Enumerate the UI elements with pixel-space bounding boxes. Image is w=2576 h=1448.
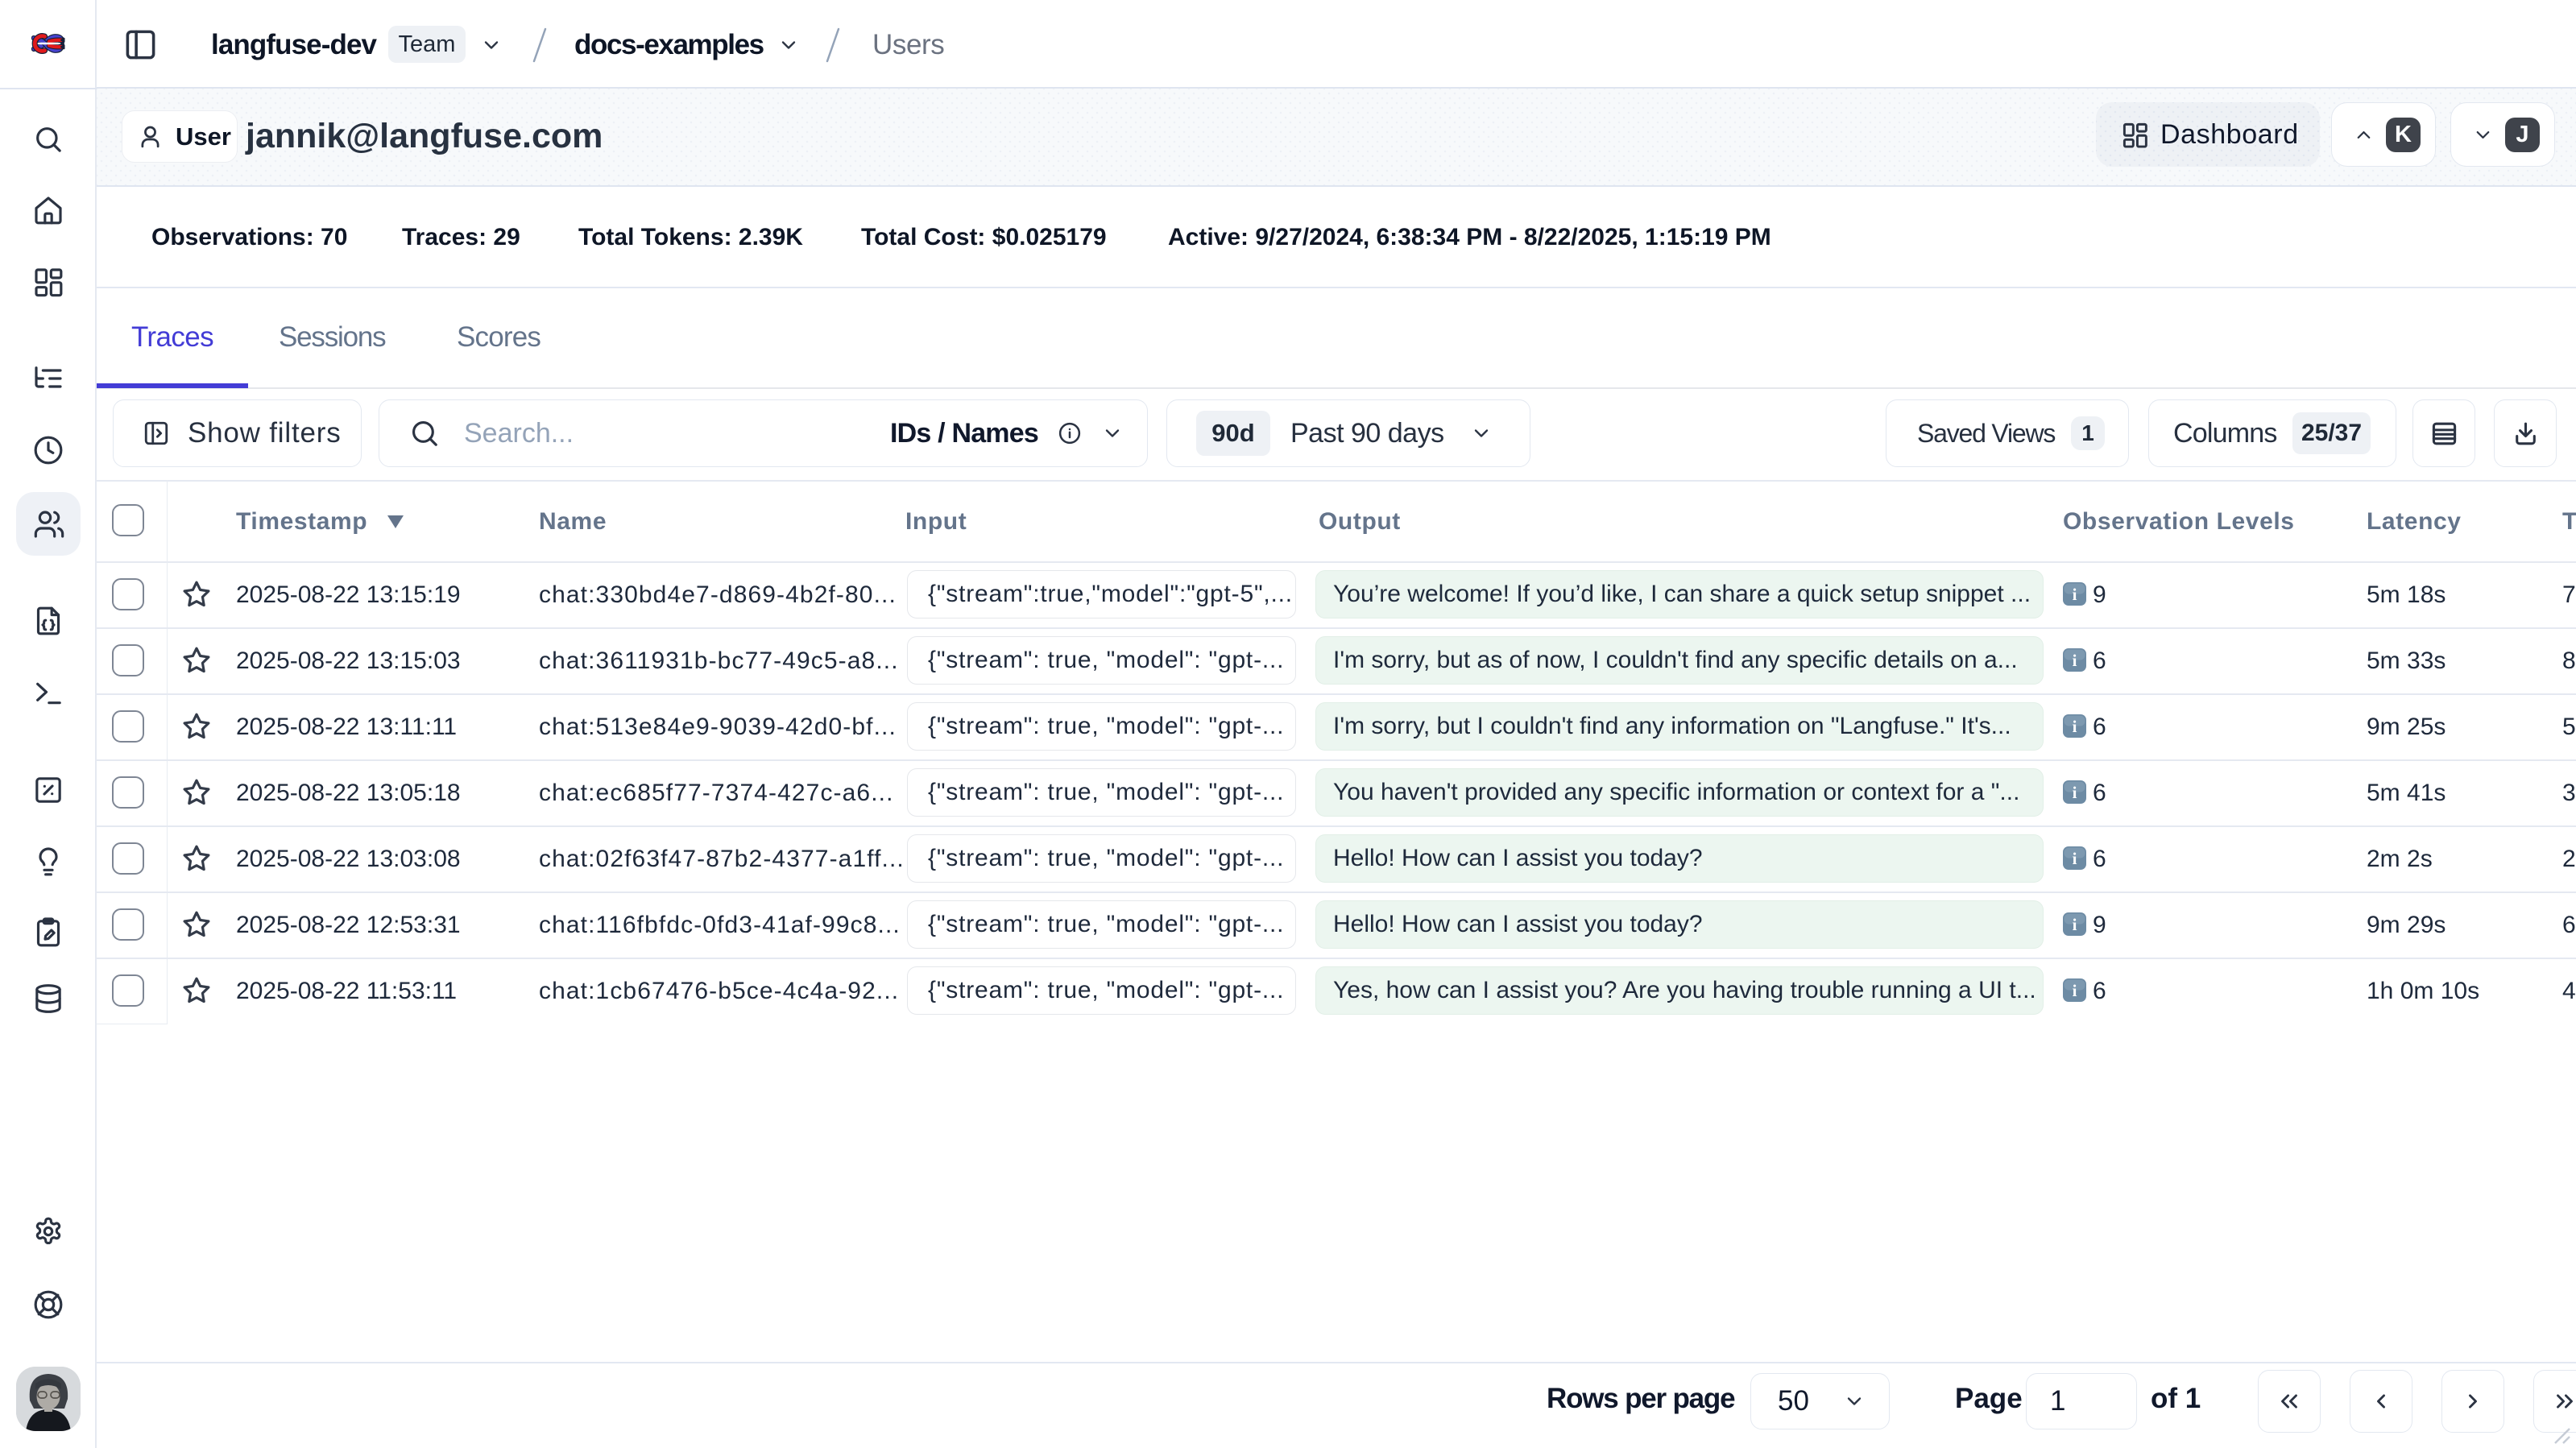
svg-text:i: i (2073, 849, 2077, 868)
svg-text:i: i (2073, 585, 2077, 604)
svg-text:i: i (2073, 915, 2077, 934)
svg-text:i: i (2073, 981, 2077, 1000)
svg-text:i: i (2073, 783, 2077, 802)
svg-text:i: i (2073, 651, 2077, 670)
svg-text:i: i (2073, 717, 2077, 736)
